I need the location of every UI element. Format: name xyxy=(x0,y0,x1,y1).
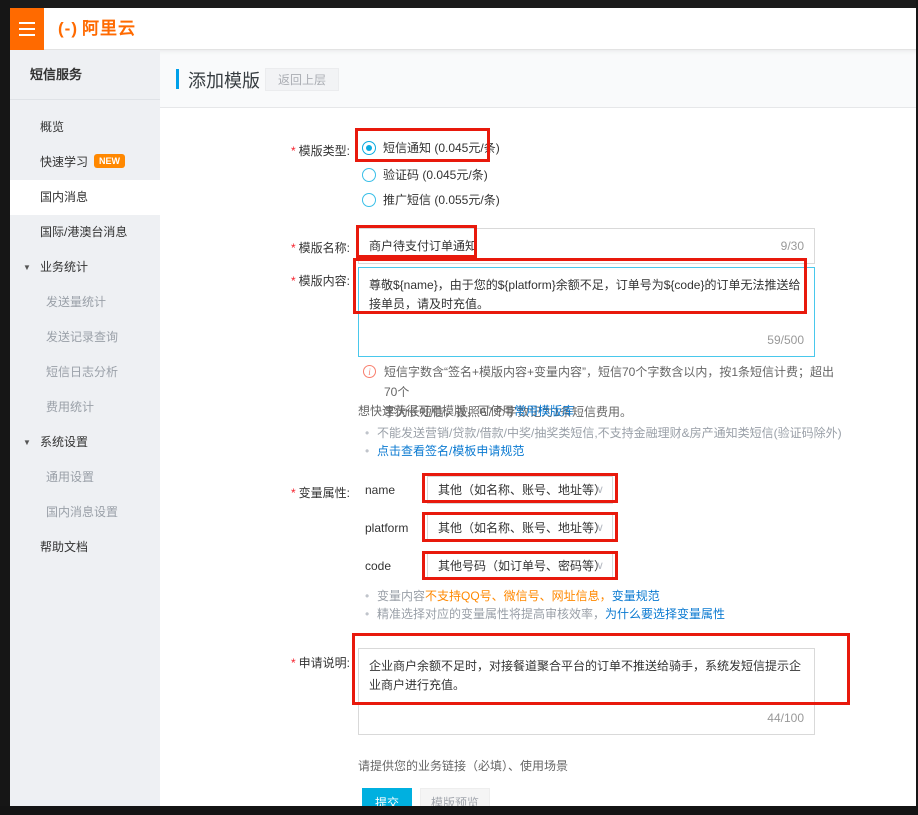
sidebar-group-business-stats[interactable]: ▼业务统计 xyxy=(10,250,160,285)
sidebar-item-general-settings[interactable]: 通用设置 xyxy=(10,460,160,495)
template-content-value: 尊敬${name}，由于您的${platform}余额不足，订单号为${code… xyxy=(369,278,800,311)
variable-platform-label: platform xyxy=(365,514,408,542)
variable-platform-dropdown[interactable]: 其他（如名称、账号、地址等）∨ xyxy=(427,514,613,542)
rule-spec-link-item: 点击查看签名/模板申请规范 xyxy=(365,442,842,460)
application-desc-label: *申请说明: xyxy=(190,654,350,671)
application-desc-value: 企业商户余额不足时，对接餐道聚合平台的订单不推送给骑手，系统发短信提示企业商户进… xyxy=(369,659,801,692)
window-frame-top xyxy=(0,0,918,8)
template-name-counter: 9/30 xyxy=(781,229,804,263)
no-qq-wechat-url-warning: 不支持QQ号、微信号、网址信息， xyxy=(425,589,612,603)
new-badge: NEW xyxy=(94,154,125,168)
radio-sms-notification[interactable]: 短信通知 (0.045元/条) xyxy=(362,138,500,158)
caret-down-icon: ▼ xyxy=(23,425,31,460)
template-type-label: *模版类型: xyxy=(190,142,350,159)
sidebar-item-sms-log-analysis[interactable]: 短信日志分析 xyxy=(10,355,160,390)
info-icon: i xyxy=(363,365,376,378)
radio-verification-code[interactable]: 验证码 (0.045元/条) xyxy=(362,165,488,185)
sidebar-title: 短信服务 xyxy=(10,50,160,100)
quick-template-tip: 想快速获得可用模版，可使用常用模版库 xyxy=(358,402,574,420)
variable-content-note: 变量内容不支持QQ号、微信号、网址信息，变量规范 xyxy=(365,587,725,605)
application-desc-counter: 44/100 xyxy=(767,709,804,728)
template-name-input[interactable]: 商户待支付订单通知 9/30 xyxy=(358,228,815,264)
variable-spec-link[interactable]: 变量规范 xyxy=(612,589,660,603)
sidebar-item-cost-stats[interactable]: 费用统计 xyxy=(10,390,160,425)
common-template-library-link[interactable]: 常用模版库 xyxy=(514,404,574,418)
sidebar-item-send-record-query[interactable]: 发送记录查询 xyxy=(10,320,160,355)
template-name-value: 商户待支付订单通知 xyxy=(369,239,477,253)
aliyun-logo-mark: (-) xyxy=(58,19,78,38)
chevron-down-icon: ∨ xyxy=(596,553,604,579)
radio-unselected-icon xyxy=(362,168,376,182)
top-app-bar: (-)阿里云 xyxy=(10,8,916,50)
back-button[interactable]: 返回上层 xyxy=(265,68,339,91)
window-frame-left xyxy=(0,0,10,815)
aliyun-logo-text: 阿里云 xyxy=(82,19,136,38)
variable-name-dropdown[interactable]: 其他（如名称、账号、地址等）∨ xyxy=(427,476,613,504)
sidebar-item-domestic-msg-settings[interactable]: 国内消息设置 xyxy=(10,495,160,530)
radio-unselected-icon xyxy=(362,193,376,207)
variable-notes-list: 变量内容不支持QQ号、微信号、网址信息，变量规范 精准选择对应的变量属性将提高审… xyxy=(365,587,725,623)
console-window: (-)阿里云 短信服务 概览 快速学习NEW 国内消息 国际/港澳台消息 ▼业务… xyxy=(0,0,918,815)
variable-code-label: code xyxy=(365,552,391,580)
sidebar-item-overview[interactable]: 概览 xyxy=(10,110,160,145)
hamburger-menu-icon[interactable] xyxy=(10,8,44,50)
caret-down-icon: ▼ xyxy=(23,250,31,285)
sidebar-item-intl-messages[interactable]: 国际/港澳台消息 xyxy=(10,215,160,250)
main-content: 添加模版 返回上层 *模版类型: 短信通知 (0.045元/条) 验证码 (0.… xyxy=(160,50,916,806)
title-accent-bar xyxy=(176,69,179,89)
sidebar-group-system-settings[interactable]: ▼系统设置 xyxy=(10,425,160,460)
template-content-label: *模版内容: xyxy=(190,272,350,289)
sidebar: 短信服务 概览 快速学习NEW 国内消息 国际/港澳台消息 ▼业务统计 发送量统… xyxy=(10,50,160,806)
sidebar-item-help-docs[interactable]: 帮助文档 xyxy=(10,530,160,565)
variable-code-dropdown[interactable]: 其他号码（如订单号、密码等）∨ xyxy=(427,552,613,580)
variable-attr-note: 精准选择对应的变量属性将提高审核效率，为什么要选择变量属性 xyxy=(365,605,725,623)
signature-template-spec-link[interactable]: 点击查看签名/模板申请规范 xyxy=(377,444,524,458)
sidebar-item-domestic-messages[interactable]: 国内消息 xyxy=(10,180,160,215)
variable-attrs-label: *变量属性: xyxy=(190,484,350,501)
rule-no-marketing: 不能发送营销/贷款/借款/中奖/抽奖类短信,不支持金融理财&房产通知类短信(验证… xyxy=(365,424,842,442)
page-title: 添加模版 xyxy=(188,67,260,93)
sidebar-item-quick-learn[interactable]: 快速学习NEW xyxy=(10,145,160,180)
template-rules-list: 不能发送营销/贷款/借款/中奖/抽奖类短信,不支持金融理财&房产通知类短信(验证… xyxy=(365,424,842,460)
page-title-bar: 添加模版 返回上层 xyxy=(160,50,916,108)
radio-promo-sms[interactable]: 推广短信 (0.055元/条) xyxy=(362,190,500,210)
why-choose-variable-attr-link[interactable]: 为什么要选择变量属性 xyxy=(605,607,725,621)
chevron-down-icon: ∨ xyxy=(596,515,604,541)
radio-selected-icon xyxy=(362,141,376,155)
business-link-hint: 请提供您的业务链接（必填）、使用场景 xyxy=(358,757,568,774)
chevron-down-icon: ∨ xyxy=(596,477,604,503)
variable-name-label: name xyxy=(365,476,395,504)
template-name-label: *模版名称: xyxy=(190,239,350,256)
application-desc-textarea[interactable]: 企业商户余额不足时，对接餐道聚合平台的订单不推送给骑手，系统发短信提示企业商户进… xyxy=(358,648,815,735)
aliyun-logo[interactable]: (-)阿里云 xyxy=(58,8,136,50)
template-content-counter: 59/500 xyxy=(767,331,804,350)
window-frame-bottom xyxy=(0,806,918,815)
sidebar-item-send-volume-stats[interactable]: 发送量统计 xyxy=(10,285,160,320)
template-content-textarea[interactable]: 尊敬${name}，由于您的${platform}余额不足，订单号为${code… xyxy=(358,267,815,357)
